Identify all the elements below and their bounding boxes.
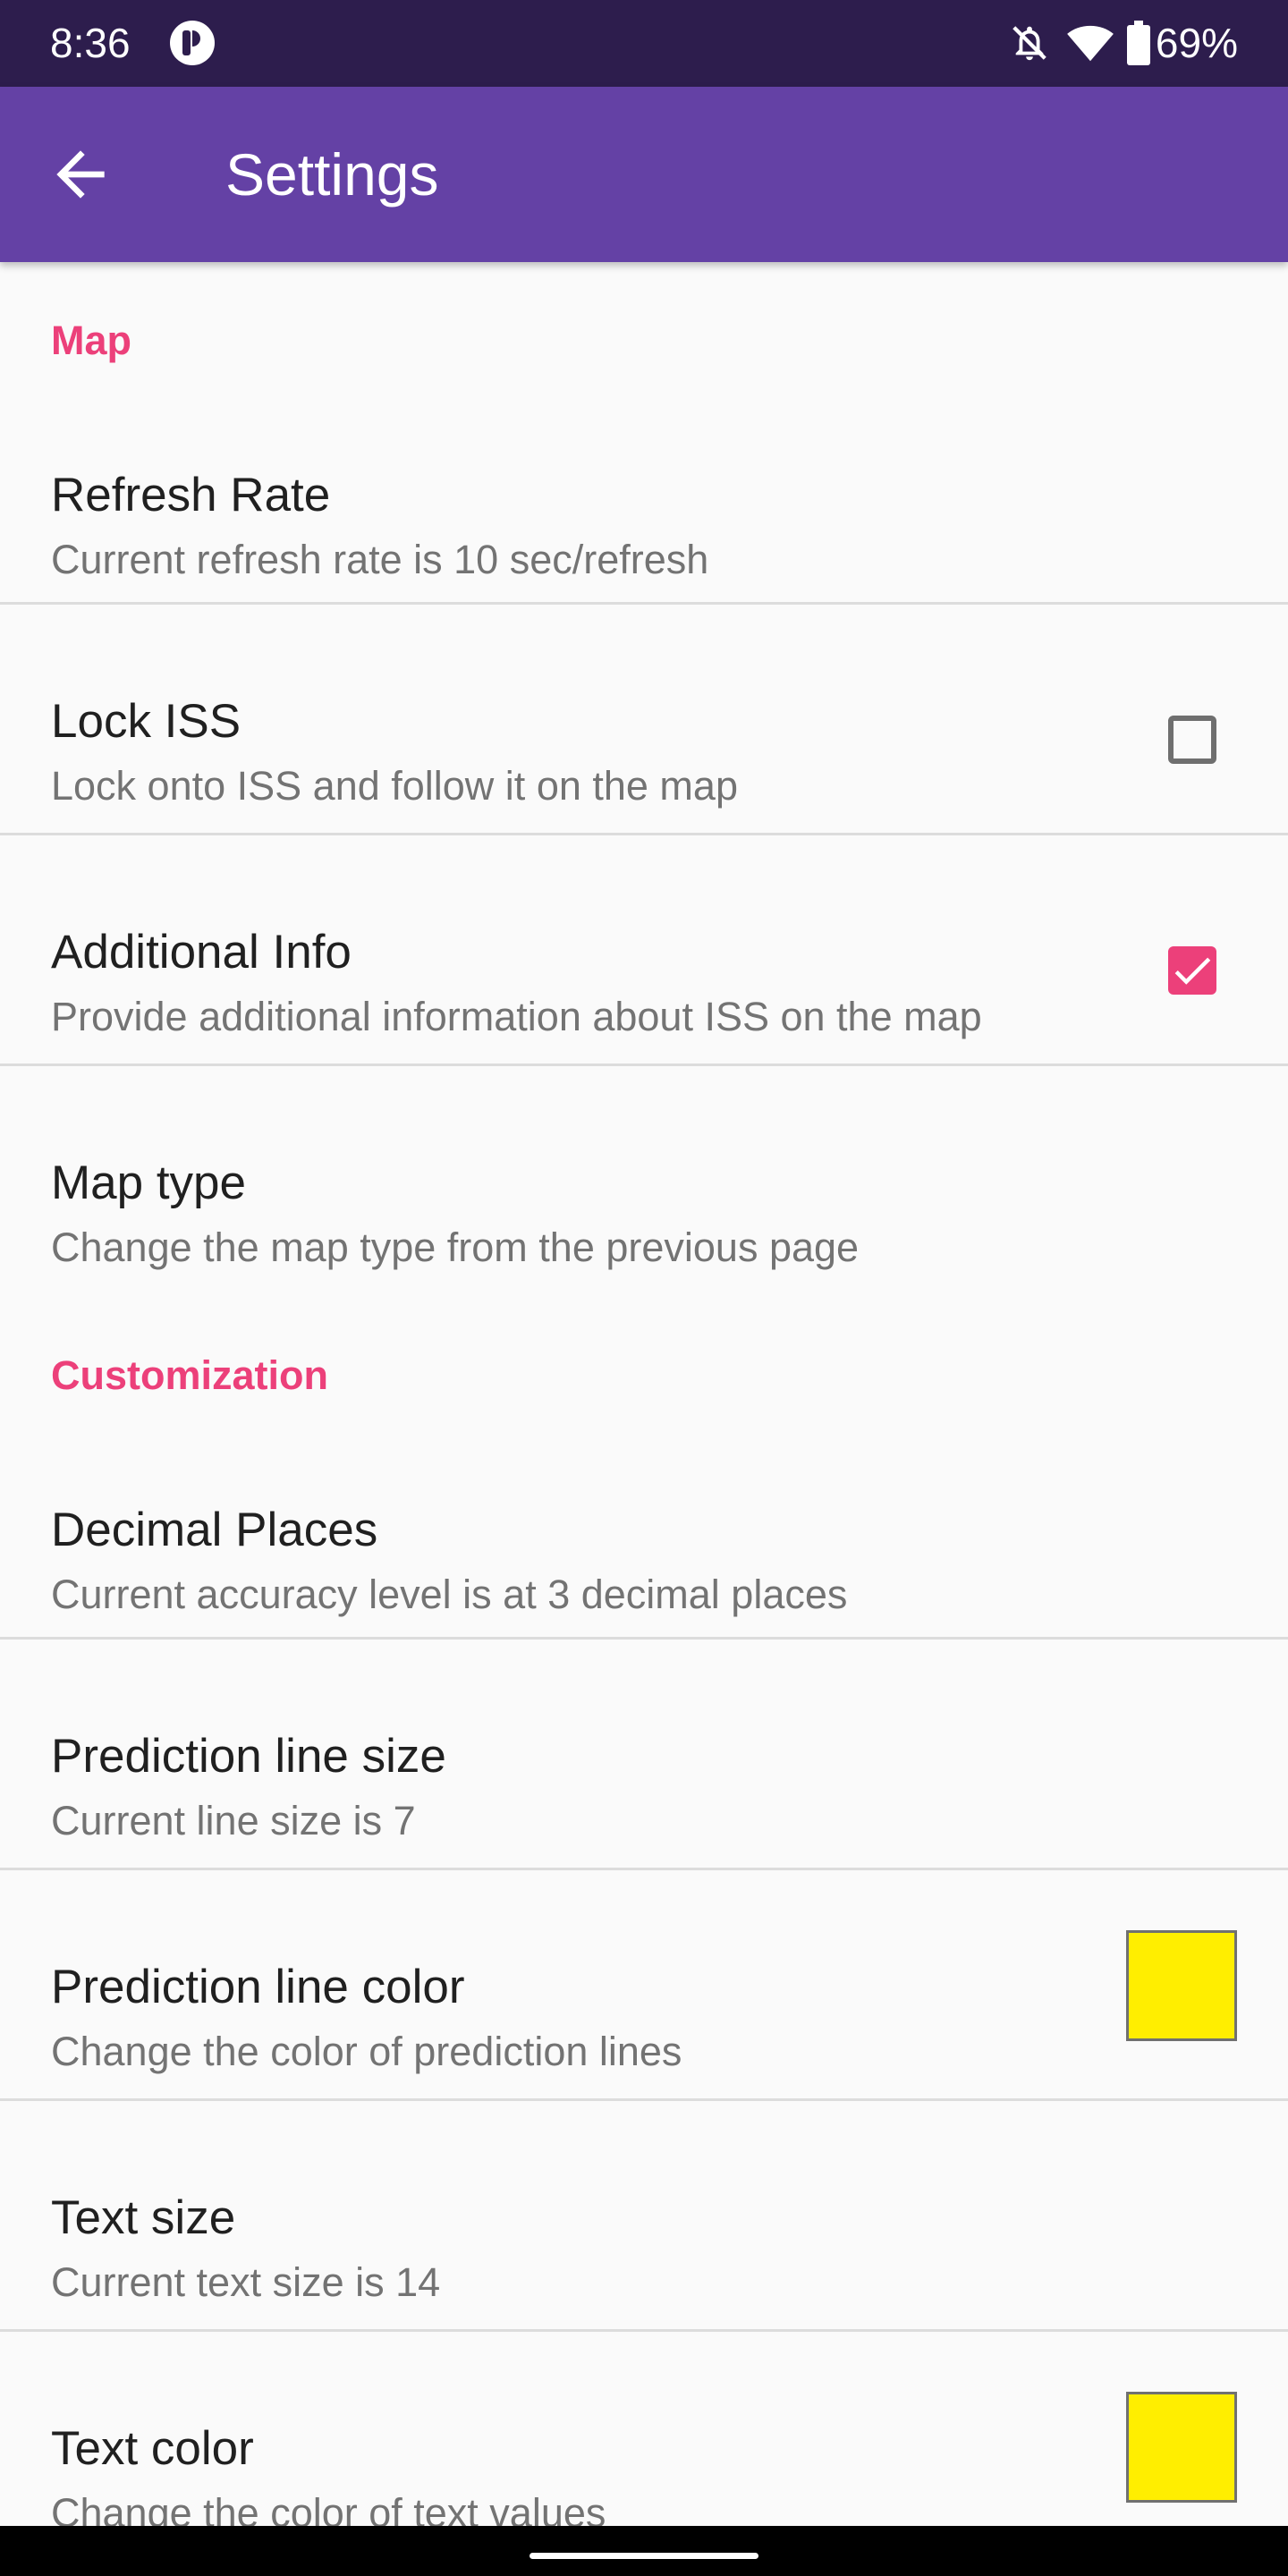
- status-bar: 8:36 69%: [0, 0, 1288, 87]
- pref-summary: Change the color of prediction lines: [51, 2029, 682, 2074]
- pref-title: Lock ISS: [51, 695, 242, 748]
- home-gesture-handle[interactable]: [530, 2553, 758, 2559]
- notifications-off-icon: [1009, 22, 1050, 64]
- status-time: 8:36: [50, 20, 131, 66]
- status-icons: 69%: [1009, 16, 1238, 70]
- pref-prediction-line-size[interactable]: Prediction line size Current line size i…: [0, 1640, 1288, 1870]
- battery-percent: 69%: [1155, 20, 1238, 66]
- arrow-back-icon: [45, 150, 116, 214]
- settings-list[interactable]: Map Refresh Rate Current refresh rate is…: [0, 262, 1288, 2526]
- pref-text-color[interactable]: Text color Change the color of text valu…: [0, 2332, 1288, 2526]
- pref-summary: Provide additional information about ISS…: [51, 994, 982, 1039]
- navigation-bar: [0, 2526, 1288, 2576]
- pref-title: Text size: [51, 2191, 236, 2244]
- pref-title: Prediction line color: [51, 1961, 465, 2013]
- battery-icon: [1126, 21, 1150, 65]
- pref-summary: Current line size is 7: [51, 1798, 416, 1843]
- pref-refresh-rate[interactable]: Refresh Rate Current refresh rate is 10 …: [0, 375, 1288, 605]
- pref-text-size[interactable]: Text size Current text size is 14: [0, 2101, 1288, 2332]
- pref-summary: Current accuracy level is at 3 decimal p…: [51, 1572, 848, 1617]
- pref-summary: Current refresh rate is 10 sec/refresh: [51, 537, 709, 582]
- pref-lock-iss[interactable]: Lock ISS Lock onto ISS and follow it on …: [0, 605, 1288, 835]
- page-title: Settings: [225, 141, 439, 208]
- pref-title: Refresh Rate: [51, 469, 331, 521]
- checkmark-icon: [1168, 946, 1216, 995]
- pref-title: Prediction line size: [51, 1730, 446, 1783]
- additional-info-checkbox[interactable]: [1168, 946, 1216, 995]
- pref-decimal-places[interactable]: Decimal Places Current accuracy level is…: [0, 1410, 1288, 1640]
- pref-summary: Change the map type from the previous pa…: [51, 1224, 860, 1270]
- pref-title: Decimal Places: [51, 1504, 378, 1556]
- category-header-customization: Customization: [51, 1352, 328, 1398]
- text-color-swatch[interactable]: [1126, 2392, 1237, 2503]
- pref-additional-info[interactable]: Additional Info Provide additional infor…: [0, 835, 1288, 1066]
- pref-summary: Current text size is 14: [51, 2259, 441, 2305]
- wifi-icon: [1066, 22, 1114, 64]
- pref-title: Text color: [51, 2422, 254, 2475]
- app-notification-icon: [168, 19, 216, 67]
- pref-map-type[interactable]: Map type Change the map type from the pr…: [0, 1066, 1288, 1297]
- pref-summary: Lock onto ISS and follow it on the map: [51, 763, 738, 809]
- app-bar: Settings: [0, 87, 1288, 262]
- pref-title: Additional Info: [51, 926, 352, 979]
- back-button[interactable]: [45, 139, 116, 210]
- pref-prediction-line-color[interactable]: Prediction line color Change the color o…: [0, 1870, 1288, 2101]
- lock-iss-checkbox[interactable]: [1168, 716, 1216, 764]
- pref-summary: Change the color of text values: [51, 2490, 606, 2526]
- category-header-map: Map: [51, 318, 131, 363]
- pref-title: Map type: [51, 1157, 247, 1209]
- prediction-line-color-swatch[interactable]: [1126, 1930, 1237, 2041]
